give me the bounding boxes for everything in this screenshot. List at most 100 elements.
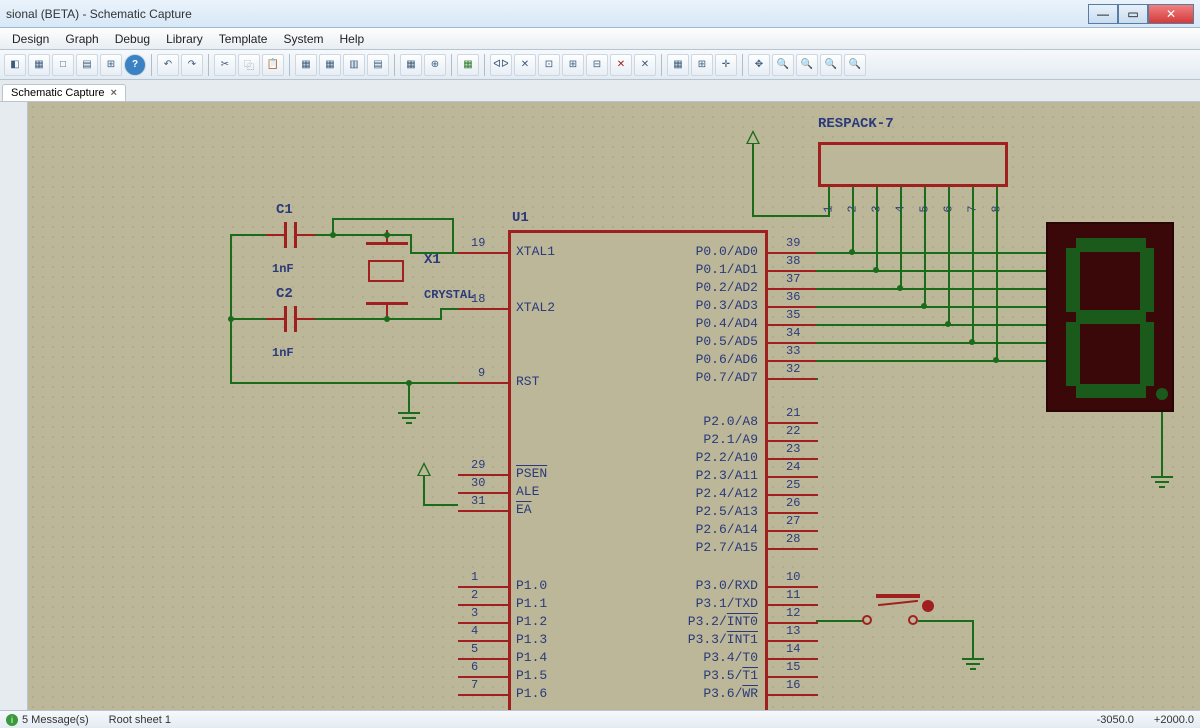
tool-a[interactable]: ▦ bbox=[295, 54, 317, 76]
tool-h[interactable]: ✕ bbox=[514, 54, 536, 76]
c2-label: C2 bbox=[276, 286, 293, 302]
status-coord-x: -3050.0 bbox=[1097, 714, 1134, 726]
tool-d[interactable]: ▤ bbox=[367, 54, 389, 76]
zoom-in-button[interactable]: 🔍 bbox=[772, 54, 794, 76]
pin-num: 11 bbox=[786, 588, 800, 602]
tool-k[interactable]: ⊟ bbox=[586, 54, 608, 76]
status-messages[interactable]: i5 Message(s) bbox=[6, 714, 89, 726]
divider bbox=[661, 54, 662, 76]
info-icon: i bbox=[6, 714, 18, 726]
pin-num: 16 bbox=[786, 678, 800, 692]
tab-row: Schematic Capture × bbox=[0, 80, 1200, 102]
cut-button[interactable]: ✂ bbox=[214, 54, 236, 76]
tool-j[interactable]: ⊞ bbox=[562, 54, 584, 76]
pin-num: 26 bbox=[786, 496, 800, 510]
zoom-out-button[interactable]: 🔍 bbox=[796, 54, 818, 76]
pin-label: P2.5/A13 bbox=[28, 504, 762, 519]
maximize-button[interactable]: ▭ bbox=[1118, 4, 1148, 24]
x1-value: CRYSTAL bbox=[424, 288, 474, 302]
tool-o[interactable]: ✛ bbox=[715, 54, 737, 76]
respack[interactable] bbox=[818, 142, 1008, 187]
pin-num: 34 bbox=[786, 326, 800, 340]
pin-num: 23 bbox=[786, 442, 800, 456]
copy-button[interactable]: ⿻ bbox=[238, 54, 260, 76]
pin-num: 15 bbox=[786, 660, 800, 674]
divider bbox=[394, 54, 395, 76]
pin-label: P0.0/AD0 bbox=[28, 244, 762, 259]
pin-num: 13 bbox=[786, 624, 800, 638]
menu-debug[interactable]: Debug bbox=[107, 30, 158, 48]
canvas[interactable]: U1 19 XTAL1 18 XTAL2 9 RST 29PSEN30ALE31… bbox=[28, 102, 1200, 710]
pin-label: P2.4/A12 bbox=[28, 486, 762, 501]
seven-segment-display[interactable] bbox=[1046, 222, 1174, 412]
u1-label: U1 bbox=[512, 210, 529, 226]
tool-i[interactable]: ⊡ bbox=[538, 54, 560, 76]
menu-system[interactable]: System bbox=[275, 30, 331, 48]
pin-label: P3.1/TXD bbox=[28, 596, 762, 611]
tool-pan[interactable]: ✥ bbox=[748, 54, 770, 76]
tool-g[interactable]: ᐊᐅ bbox=[490, 54, 512, 76]
tool-3[interactable]: □ bbox=[52, 54, 74, 76]
window-title: sional (BETA) - Schematic Capture bbox=[6, 7, 192, 21]
pin-num: 14 bbox=[786, 642, 800, 656]
pin-label: P3.6/WR bbox=[28, 686, 762, 701]
respack-label: RESPACK-7 bbox=[818, 116, 894, 132]
redo-button[interactable]: ↷ bbox=[181, 54, 203, 76]
pin-label: P2.3/A11 bbox=[28, 468, 762, 483]
close-button[interactable]: ✕ bbox=[1148, 4, 1194, 24]
pin-num: 36 bbox=[786, 290, 800, 304]
tool-c[interactable]: ▥ bbox=[343, 54, 365, 76]
menu-help[interactable]: Help bbox=[332, 30, 373, 48]
menu-template[interactable]: Template bbox=[211, 30, 276, 48]
tab-label: Schematic Capture bbox=[11, 87, 105, 99]
tab-schematic[interactable]: Schematic Capture × bbox=[2, 84, 126, 101]
divider bbox=[451, 54, 452, 76]
tool-f[interactable]: ⊕ bbox=[424, 54, 446, 76]
status-coord-y: +2000.0 bbox=[1154, 714, 1194, 726]
divider bbox=[289, 54, 290, 76]
tool-board[interactable]: ▦ bbox=[457, 54, 479, 76]
tool-2[interactable]: ▦ bbox=[28, 54, 50, 76]
minimize-button[interactable]: — bbox=[1088, 4, 1118, 24]
pin-label: P3.3/INT1 bbox=[28, 632, 762, 647]
menu-design[interactable]: Design bbox=[4, 30, 57, 48]
tool-grid[interactable]: ⊞ bbox=[691, 54, 713, 76]
power-icon bbox=[417, 462, 431, 476]
pin-num: 22 bbox=[786, 424, 800, 438]
tool-m[interactable]: ✕ bbox=[634, 54, 656, 76]
tool-b[interactable]: ▦ bbox=[319, 54, 341, 76]
c1-value: 1nF bbox=[272, 262, 294, 276]
tool-help-icon[interactable]: ? bbox=[124, 54, 146, 76]
tab-close-icon[interactable]: × bbox=[111, 87, 117, 99]
pin-label: P3.2/INT0 bbox=[28, 614, 762, 629]
menu-graph[interactable]: Graph bbox=[57, 30, 106, 48]
zoom-fit-button[interactable]: 🔍 bbox=[820, 54, 842, 76]
pin-num: 28 bbox=[786, 532, 800, 546]
switch-actuator[interactable] bbox=[922, 600, 934, 612]
tool-4[interactable]: ▤ bbox=[76, 54, 98, 76]
pin-label: P3.4/T0 bbox=[28, 650, 762, 665]
zoom-area-button[interactable]: 🔍 bbox=[844, 54, 866, 76]
pin-label: P3.5/T1 bbox=[28, 668, 762, 683]
tool-n[interactable]: ▦ bbox=[667, 54, 689, 76]
paste-button[interactable]: 📋 bbox=[262, 54, 284, 76]
menubar: Design Graph Debug Library Template Syst… bbox=[0, 28, 1200, 50]
pin-num: 39 bbox=[786, 236, 800, 250]
pin-label: P0.5/AD5 bbox=[28, 334, 762, 349]
divider bbox=[742, 54, 743, 76]
divider bbox=[208, 54, 209, 76]
pin-num: 10 bbox=[786, 570, 800, 584]
status-bar: i5 Message(s) Root sheet 1 -3050.0 +2000… bbox=[0, 710, 1200, 728]
pin-label: P2.6/A14 bbox=[28, 522, 762, 537]
undo-button[interactable]: ↶ bbox=[157, 54, 179, 76]
menu-library[interactable]: Library bbox=[158, 30, 211, 48]
tool-1[interactable]: ◧ bbox=[4, 54, 26, 76]
switch-terminal[interactable] bbox=[862, 615, 872, 625]
tool-5[interactable]: ⊞ bbox=[100, 54, 122, 76]
switch-terminal[interactable] bbox=[908, 615, 918, 625]
pin-num: 12 bbox=[786, 606, 800, 620]
x1-label: X1 bbox=[424, 252, 441, 268]
tool-l[interactable]: ✕ bbox=[610, 54, 632, 76]
tool-e[interactable]: ▦ bbox=[400, 54, 422, 76]
pin-label: P2.1/A9 bbox=[28, 432, 762, 447]
